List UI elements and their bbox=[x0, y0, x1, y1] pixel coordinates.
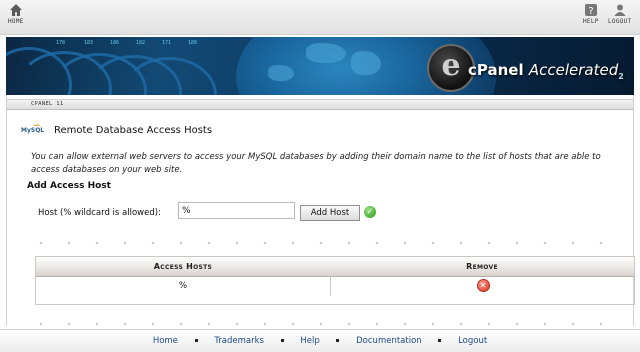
breadcrumb[interactable]: CPANEL 11 bbox=[31, 100, 64, 109]
banner-number: 178 bbox=[56, 40, 66, 46]
home-button[interactable]: HOME bbox=[8, 3, 24, 25]
add-host-button[interactable]: Add Host bbox=[300, 205, 360, 221]
top-toolbar: HOME ? HELP LOGOUT bbox=[0, 0, 640, 35]
host-label: Host (% wildcard is allowed): bbox=[38, 208, 161, 218]
dolphin-icon: ∽ bbox=[33, 121, 41, 131]
banner-number: 171 bbox=[162, 40, 172, 46]
footer-link-home[interactable]: Home bbox=[153, 336, 178, 346]
banner-number: 182 bbox=[136, 40, 146, 46]
footer-link-help[interactable]: Help bbox=[300, 336, 319, 346]
column-header-remove: Remove bbox=[466, 262, 498, 271]
continent-shape bbox=[268, 65, 294, 81]
logout-label: LOGOUT bbox=[608, 18, 632, 25]
checkmark-icon: ✓ bbox=[364, 206, 376, 218]
footer-link-documentation[interactable]: Documentation bbox=[356, 336, 422, 346]
help-icon: ? bbox=[584, 4, 597, 17]
mysql-icon: MySQL ∽ bbox=[21, 121, 45, 139]
banner-number: 186 bbox=[110, 40, 120, 46]
svg-text:?: ? bbox=[588, 6, 593, 17]
continent-shape bbox=[351, 51, 381, 75]
brand-title: cPanel Accelerated2 bbox=[468, 61, 624, 81]
footer-separator bbox=[438, 339, 442, 342]
table-header: Access Hosts Remove bbox=[36, 257, 634, 277]
remove-cell: ✕ bbox=[330, 276, 635, 296]
footer-nav: Home Trademarks Help Documentation Logou… bbox=[0, 329, 640, 352]
column-header-access-hosts: Access Hosts bbox=[153, 262, 213, 271]
divider bbox=[27, 322, 627, 326]
host-input[interactable] bbox=[178, 202, 295, 219]
footer-link-logout[interactable]: Logout bbox=[458, 336, 487, 346]
page-description: You can allow external web servers to ac… bbox=[31, 152, 601, 175]
help-label: HELP bbox=[583, 18, 599, 25]
remove-icon[interactable]: ✕ bbox=[476, 279, 490, 292]
breadcrumb-bar: CPANEL 11 bbox=[7, 99, 633, 110]
section-title: Add Access Host bbox=[27, 181, 111, 191]
brand-name: cPanel bbox=[468, 61, 524, 79]
footer-separator bbox=[194, 339, 198, 342]
banner-number: 183 bbox=[84, 40, 94, 46]
brand-version: 2 bbox=[618, 72, 624, 81]
cpanel-banner: 178 183 186 182 171 180 e cPanel Acceler… bbox=[6, 37, 634, 95]
logout-button[interactable]: LOGOUT bbox=[608, 3, 631, 25]
divider bbox=[27, 241, 627, 245]
logout-icon bbox=[614, 4, 626, 16]
footer-separator bbox=[336, 339, 340, 342]
home-icon bbox=[9, 4, 22, 16]
table-row: % ✕ bbox=[36, 276, 634, 296]
access-hosts-table: Access Hosts Remove % ✕ bbox=[35, 256, 635, 305]
continent-shape bbox=[306, 43, 346, 63]
footer-link-trademarks[interactable]: Trademarks bbox=[214, 336, 264, 346]
footer-separator bbox=[280, 339, 284, 342]
main-panel: CPANEL 11 MySQL ∽ Remote Database Access… bbox=[6, 95, 635, 326]
page-title: Remote Database Access Hosts bbox=[54, 125, 213, 136]
home-label: HOME bbox=[8, 18, 24, 25]
banner-number: 180 bbox=[188, 40, 198, 46]
host-cell: % bbox=[178, 281, 188, 291]
help-button[interactable]: ? HELP bbox=[583, 3, 599, 25]
brand-suffix: Accelerated bbox=[528, 61, 619, 79]
